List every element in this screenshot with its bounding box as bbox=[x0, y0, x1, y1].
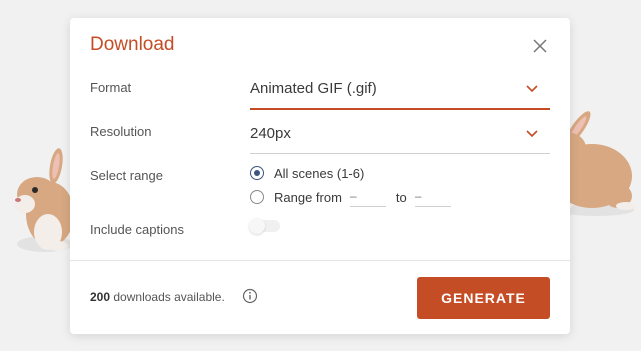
range-to-label: to bbox=[395, 189, 407, 205]
generate-button[interactable]: GENERATE bbox=[417, 277, 550, 319]
chevron-down-icon bbox=[526, 130, 538, 138]
resolution-value: 240px bbox=[250, 125, 291, 142]
format-select[interactable]: Animated GIF (.gif) bbox=[250, 74, 550, 110]
all-scenes-radio[interactable] bbox=[250, 166, 264, 180]
captions-toggle[interactable] bbox=[249, 218, 280, 234]
format-value: Animated GIF (.gif) bbox=[250, 80, 377, 97]
range-from-label: Range from bbox=[274, 189, 342, 205]
info-button[interactable] bbox=[242, 288, 258, 309]
close-icon bbox=[533, 39, 547, 53]
downloads-text: downloads available. bbox=[113, 290, 225, 304]
resolution-select[interactable]: 240px bbox=[250, 119, 550, 154]
chevron-down-icon bbox=[526, 85, 538, 93]
range-from-radio[interactable] bbox=[250, 190, 264, 204]
range-label: Select range bbox=[90, 168, 163, 183]
range-option-all[interactable]: All scenes (1-6) bbox=[250, 163, 364, 183]
range-to-input[interactable] bbox=[414, 187, 451, 207]
format-label: Format bbox=[90, 80, 132, 95]
range-option-custom[interactable]: Range from to bbox=[250, 187, 451, 207]
dialog-title: Download bbox=[90, 34, 175, 55]
resolution-label: Resolution bbox=[90, 124, 152, 139]
captions-label: Include captions bbox=[90, 222, 184, 237]
range-from-input[interactable] bbox=[349, 187, 386, 207]
toggle-knob bbox=[249, 218, 265, 234]
downloads-count: 200 bbox=[90, 290, 111, 304]
all-scenes-label: All scenes (1-6) bbox=[274, 165, 365, 181]
bunny-illustration-left bbox=[10, 148, 74, 269]
download-dialog: Download Format Animated GIF (.gif) Reso… bbox=[70, 18, 570, 334]
downloads-available-text: 200 downloads available. bbox=[90, 290, 225, 304]
close-button[interactable] bbox=[530, 36, 550, 56]
footer-divider bbox=[70, 260, 570, 261]
info-icon bbox=[242, 288, 258, 304]
